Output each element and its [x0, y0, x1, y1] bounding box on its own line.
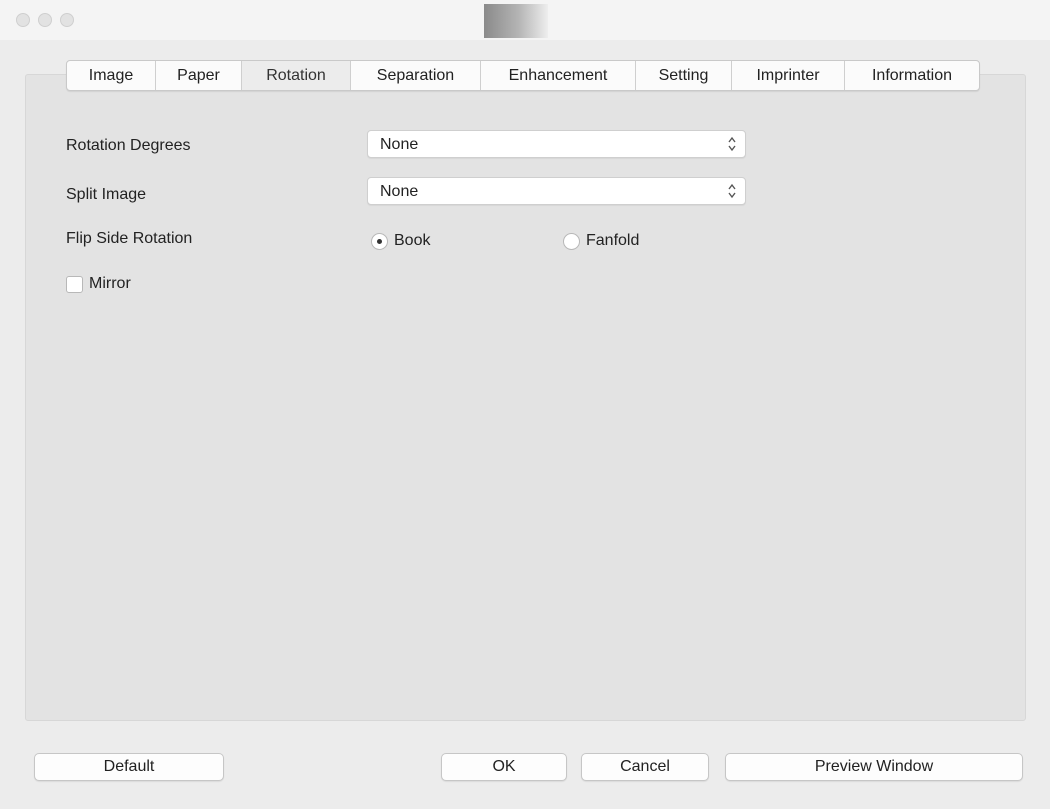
- flip-side-rotation-label: Flip Side Rotation: [66, 230, 193, 247]
- mirror-checkbox[interactable]: [66, 275, 83, 293]
- updown-chevron-icon: [728, 136, 736, 152]
- radio-button-unchecked[interactable]: [563, 232, 580, 250]
- tab-image[interactable]: Image: [67, 61, 155, 90]
- rotation-degrees-value: None: [380, 136, 419, 153]
- settings-panel: [25, 74, 1026, 721]
- mirror-checkbox-row[interactable]: Mirror: [66, 275, 131, 293]
- title-bar: [0, 0, 1050, 40]
- radio-book[interactable]: Book: [371, 232, 430, 250]
- preview-window-button[interactable]: Preview Window: [725, 753, 1023, 781]
- tab-paper[interactable]: Paper: [155, 61, 241, 90]
- zoom-window-icon[interactable]: [60, 13, 74, 27]
- tab-rotation[interactable]: Rotation: [241, 61, 350, 90]
- tab-enhancement[interactable]: Enhancement: [480, 61, 635, 90]
- mirror-label: Mirror: [89, 275, 131, 292]
- app-logo-icon: [484, 4, 548, 38]
- default-button[interactable]: Default: [34, 753, 224, 781]
- updown-chevron-icon: [728, 183, 736, 199]
- radio-fanfold[interactable]: Fanfold: [563, 232, 639, 250]
- tab-bar: Image Paper Rotation Separation Enhancem…: [66, 60, 980, 91]
- tab-imprinter[interactable]: Imprinter: [731, 61, 844, 90]
- rotation-degrees-select[interactable]: None: [367, 130, 746, 158]
- tab-information[interactable]: Information: [844, 61, 979, 90]
- minimize-window-icon[interactable]: [38, 13, 52, 27]
- radio-book-label: Book: [394, 232, 431, 249]
- rotation-degrees-label: Rotation Degrees: [66, 137, 191, 154]
- cancel-button[interactable]: Cancel: [581, 753, 709, 781]
- radio-button-checked[interactable]: [371, 232, 388, 250]
- tab-setting[interactable]: Setting: [635, 61, 731, 90]
- split-image-value: None: [380, 183, 419, 200]
- close-window-icon[interactable]: [16, 13, 30, 27]
- split-image-label: Split Image: [66, 186, 147, 203]
- tab-separation[interactable]: Separation: [350, 61, 480, 90]
- radio-fanfold-label: Fanfold: [586, 232, 640, 249]
- ok-button[interactable]: OK: [441, 753, 567, 781]
- split-image-select[interactable]: None: [367, 177, 746, 205]
